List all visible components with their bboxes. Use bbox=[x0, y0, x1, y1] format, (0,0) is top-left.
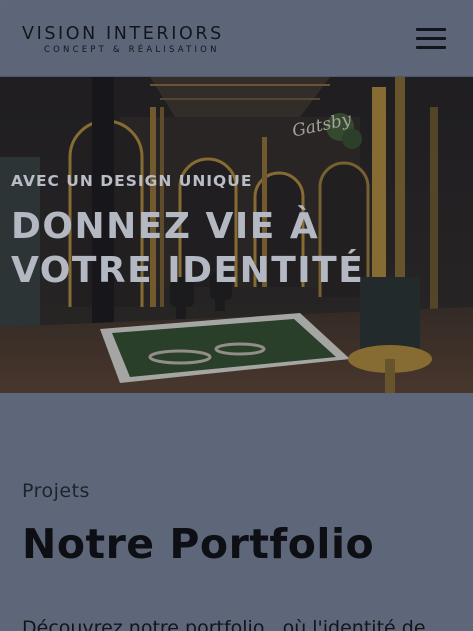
site-logo[interactable]: VISION INTERIORS CONCEPT & RÉALISATION bbox=[22, 24, 224, 55]
site-header: VISION INTERIORS CONCEPT & RÉALISATION bbox=[0, 0, 473, 77]
hero-title: DONNEZ VIE À VOTRE IDENTITÉ bbox=[11, 206, 365, 291]
menu-bar bbox=[416, 28, 446, 31]
logo-subtitle: CONCEPT & RÉALISATION bbox=[44, 45, 220, 55]
section-label: Projets bbox=[22, 480, 90, 502]
hero-eyebrow: AVEC UN DESIGN UNIQUE bbox=[11, 172, 253, 190]
logo-title: VISION INTERIORS bbox=[22, 24, 224, 44]
section-title: Notre Portfolio bbox=[22, 520, 375, 568]
page-frame: VISION INTERIORS CONCEPT & RÉALISATION G… bbox=[0, 0, 473, 631]
hero-banner: Gatsby AVEC UN DESIGN UNIQUE DONNEZ VIE … bbox=[0, 77, 473, 393]
portfolio-intro-text: Découvrez notre portfolio , où l'identit… bbox=[22, 617, 426, 631]
menu-bar bbox=[416, 37, 446, 40]
hamburger-menu-icon[interactable] bbox=[412, 24, 450, 52]
menu-bar bbox=[416, 46, 446, 49]
